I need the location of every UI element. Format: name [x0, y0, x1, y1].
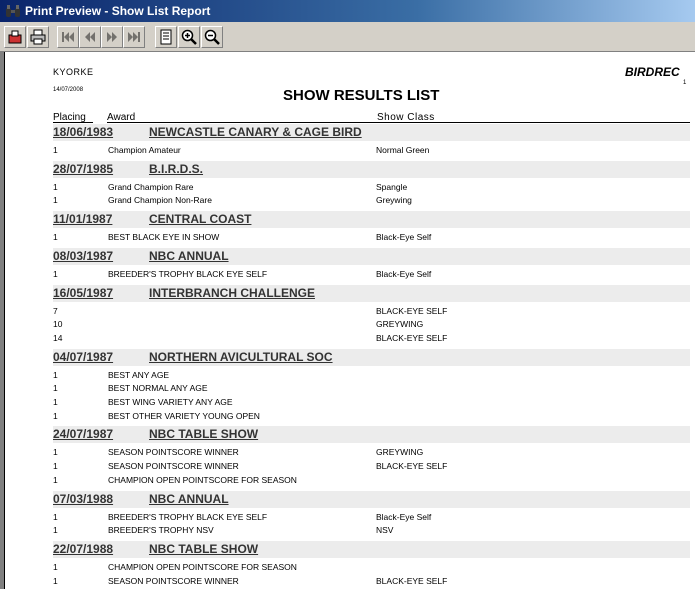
row-show-class: Black-Eye Self	[376, 511, 432, 522]
binoculars-icon	[6, 5, 20, 17]
row-award: CHAMPION OPEN POINTSCORE FOR SEASON	[108, 474, 297, 485]
first-page-icon	[62, 32, 74, 42]
next-page-button[interactable]	[101, 26, 123, 48]
previous-page-icon	[85, 32, 95, 42]
row-placing: 1	[53, 145, 58, 155]
row-placing: 1	[53, 232, 58, 243]
row-award: Grand Champion Rare	[108, 181, 194, 192]
row-placing: 1	[53, 447, 58, 458]
next-page-icon	[107, 32, 117, 42]
row-placing: 1	[53, 369, 58, 380]
report-brand: BIRDREC	[625, 65, 680, 79]
group-date: 24/07/1987	[53, 427, 114, 442]
row-award: BEST NORMAL ANY AGE	[108, 383, 208, 394]
group-show-name: INTERBRANCH CHALLENGE	[149, 285, 315, 300]
zoom-in-icon	[181, 29, 197, 45]
row-placing: 1	[53, 268, 58, 279]
page-setup-button[interactable]	[155, 26, 177, 48]
group-show-name: NBC ANNUAL	[149, 491, 229, 506]
row-show-class: NSV	[376, 525, 394, 536]
last-page-button[interactable]	[123, 26, 145, 48]
row-show-class: Black-Eye Self	[376, 268, 432, 279]
group-date: 16/05/1987	[53, 285, 114, 300]
print-button[interactable]	[27, 26, 49, 48]
group-show-name: NORTHERN AVICULTURAL SOC	[149, 349, 333, 364]
window-title: Print Preview - Show List Report	[25, 4, 211, 18]
group-date: 07/03/1988	[53, 491, 114, 506]
row-award: BREEDER'S TROPHY BLACK EYE SELF	[108, 268, 268, 279]
group-show-name: NEWCASTLE CANARY & CAGE BIRD	[149, 125, 362, 139]
row-award: SEASON POINTSCORE WINNER	[108, 461, 239, 472]
report-user: KYORKE	[53, 67, 94, 77]
group-show-name: B.I.R.D.S.	[149, 161, 204, 176]
row-show-class: BLACK-EYE SELF	[376, 332, 448, 343]
group-date: 28/07/1985	[53, 161, 114, 176]
report-page: KYORKE 14/07/2008 BIRDREC 1 SHOW RESULTS…	[4, 52, 695, 589]
group-show-name: NBC ANNUAL	[149, 248, 229, 263]
group-date: 18/06/1983	[53, 125, 114, 139]
row-show-class: GREYWING	[376, 447, 424, 458]
row-award: BREEDER'S TROPHY BLACK EYE SELF	[108, 511, 268, 522]
row-show-class: Normal Green	[376, 145, 430, 155]
row-placing: 1	[53, 181, 58, 192]
row-placing: 14	[53, 332, 63, 343]
row-award: BEST OTHER VARIETY YOUNG OPEN	[108, 410, 260, 421]
prev-page-button[interactable]	[79, 26, 101, 48]
row-show-class: Black-Eye Self	[376, 232, 432, 243]
row-show-class: Spangle	[376, 181, 408, 192]
zoom-out-button[interactable]	[201, 26, 223, 48]
row-award: Champion Amateur	[108, 145, 181, 155]
row-placing: 7	[53, 305, 58, 316]
page-icon	[160, 29, 172, 45]
report-title: SHOW RESULTS LIST	[283, 87, 440, 104]
group-date: 11/01/1987	[53, 212, 113, 227]
export-button[interactable]	[4, 26, 26, 48]
printer-icon	[30, 29, 46, 45]
toolbar	[0, 22, 695, 52]
report-date: 14/07/2008	[53, 87, 84, 93]
title-bar[interactable]: Print Preview - Show List Report	[0, 0, 695, 22]
row-show-class: BLACK-EYE SELF	[376, 305, 448, 316]
row-placing: 1	[53, 575, 58, 586]
row-show-class: GREYWING	[376, 319, 424, 330]
row-placing: 1	[53, 511, 58, 522]
row-placing: 10	[53, 319, 63, 330]
row-award: BREEDER'S TROPHY NSV	[108, 525, 214, 536]
row-placing: 1	[53, 195, 58, 206]
row-award: BEST ANY AGE	[108, 369, 170, 380]
row-award: CHAMPION OPEN POINTSCORE FOR SEASON	[108, 561, 297, 572]
row-placing: 1	[53, 561, 58, 572]
first-page-button[interactable]	[57, 26, 79, 48]
preview-area[interactable]: KYORKE 14/07/2008 BIRDREC 1 SHOW RESULTS…	[0, 52, 695, 589]
export-icon	[8, 30, 22, 44]
row-award: BEST BLACK EYE IN SHOW	[108, 232, 220, 243]
group-date: 08/03/1987	[53, 248, 114, 263]
row-show-class: BLACK-EYE SELF	[376, 575, 448, 586]
last-page-icon	[128, 32, 140, 42]
page-number: 1	[683, 80, 687, 86]
row-placing: 1	[53, 410, 58, 421]
row-award: SEASON POINTSCORE WINNER	[108, 575, 239, 586]
row-placing: 1	[53, 383, 58, 394]
group-show-name: NBC TABLE SHOW	[149, 427, 259, 442]
row-show-class: Greywing	[376, 195, 412, 206]
zoom-out-icon	[204, 29, 220, 45]
row-placing: 1	[53, 474, 58, 485]
row-award: SEASON POINTSCORE WINNER	[108, 447, 239, 458]
row-placing: 1	[53, 461, 58, 472]
group-show-name: CENTRAL COAST	[149, 212, 252, 227]
row-show-class: BLACK-EYE SELF	[376, 461, 448, 472]
row-placing: 1	[53, 397, 58, 407]
group-date: 04/07/1987	[53, 349, 114, 364]
header-underline-placing	[53, 122, 93, 123]
row-award: BEST WING VARIETY ANY AGE	[108, 397, 233, 407]
group-show-name: NBC TABLE SHOW	[149, 541, 259, 556]
row-placing: 1	[53, 525, 58, 536]
header-underline	[107, 122, 690, 123]
group-date: 22/07/1988	[53, 541, 114, 556]
row-award: Grand Champion Non-Rare	[108, 195, 212, 206]
zoom-in-button[interactable]	[178, 26, 200, 48]
